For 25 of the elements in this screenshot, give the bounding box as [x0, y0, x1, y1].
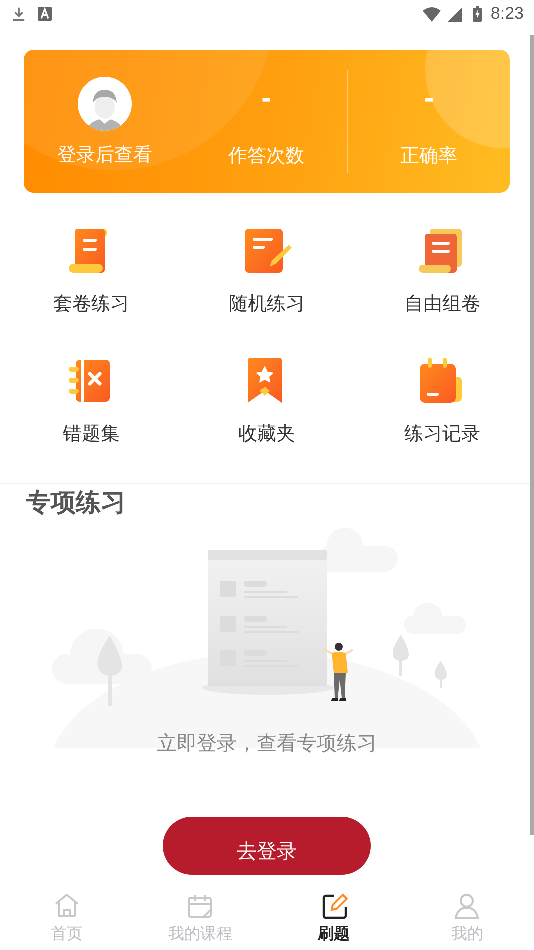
tab[interactable]: 刷题 [267, 880, 400, 950]
stat-value: - [262, 85, 272, 113]
battery-icon [472, 6, 482, 22]
keyboard-icon [38, 7, 52, 21]
wifi-icon [422, 6, 441, 22]
feature-link[interactable]: 自由组卷 [404, 291, 480, 317]
clock-time: 8:23 [490, 4, 524, 24]
empty-message: 立即登录，查看专项练习 [156, 730, 378, 757]
signal-icon [446, 6, 464, 22]
calendar-icon [186, 892, 214, 920]
login-hint: 登录后查看 [57, 143, 152, 168]
feature-link[interactable]: 错题集 [63, 421, 120, 447]
feature-link[interactable]: 练习记录 [404, 421, 480, 447]
stat-label: 作答次数 [228, 144, 304, 169]
stat-value: - [424, 85, 434, 113]
login-button[interactable]: 去登录 [163, 817, 371, 875]
section-title: 专项练习 [26, 488, 127, 518]
download-icon [12, 7, 26, 21]
feature-link[interactable]: 随机练习 [228, 291, 305, 317]
home-icon [52, 892, 81, 920]
feature-link[interactable]: 收藏夹 [238, 421, 296, 447]
feature-link[interactable]: 套卷练习 [54, 291, 130, 317]
stat-label: 正确率 [400, 144, 458, 169]
person-icon [453, 892, 482, 920]
avatar-icon [78, 77, 132, 131]
